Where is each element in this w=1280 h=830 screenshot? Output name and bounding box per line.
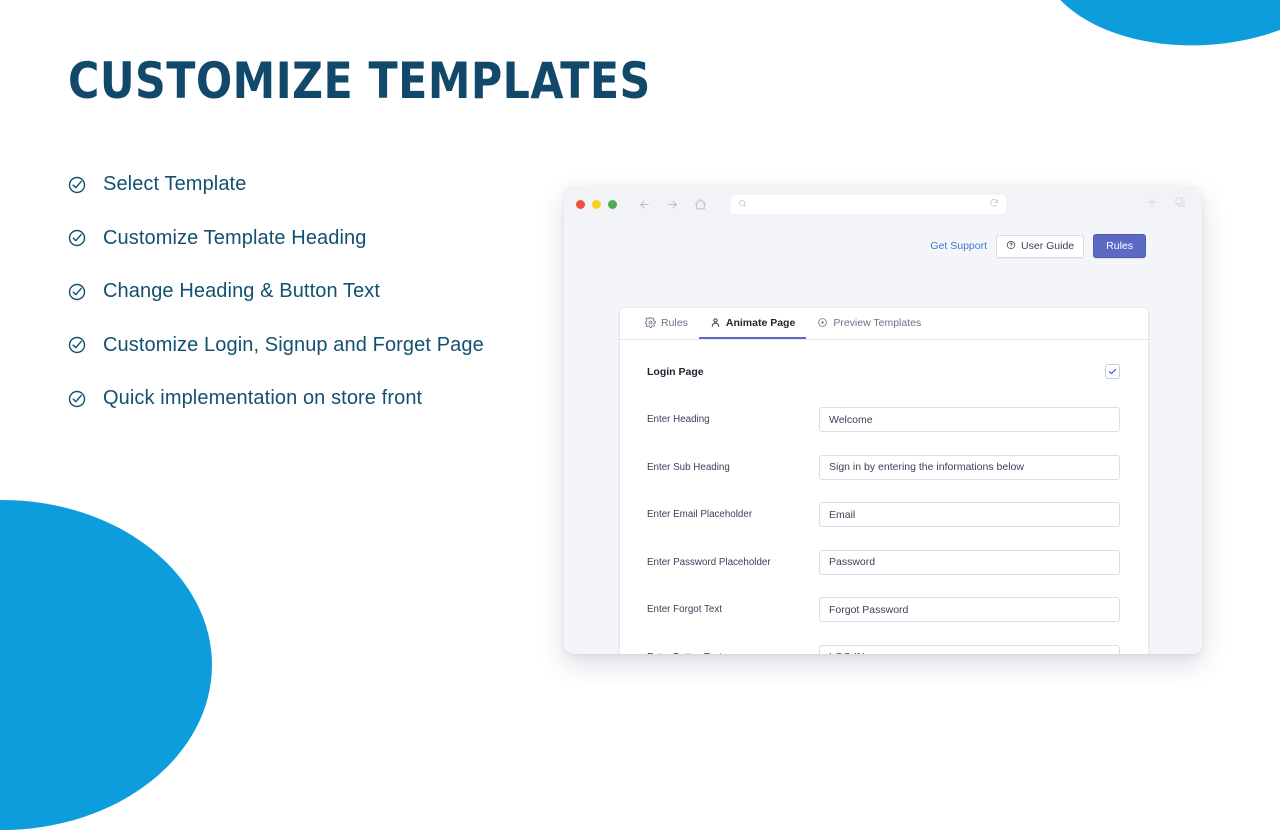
tab-preview-templates[interactable]: Preview Templates [806, 308, 932, 339]
check-circle-icon [66, 227, 88, 249]
get-support-link[interactable]: Get Support [930, 240, 987, 252]
sub-heading-input[interactable]: Sign in by entering the informations bel… [819, 454, 1120, 480]
reload-icon[interactable] [989, 195, 999, 213]
feature-label: Quick implementation on store front [103, 387, 423, 409]
list-item: Quick implementation on store front [66, 382, 586, 415]
browser-navigation [638, 198, 707, 211]
login-page-enabled-checkbox[interactable] [1105, 364, 1120, 379]
list-item: Select Template [66, 168, 586, 201]
tab-label: Animate Page [725, 316, 796, 329]
tab-animate-page[interactable]: Animate Page [698, 308, 807, 339]
field-label: Enter Forgot Text [647, 604, 722, 615]
card-content: Login Page Enter Heading Welcome Enter S… [620, 340, 1148, 654]
settings-card: Rules Animate Page Preview Templates Log… [620, 308, 1148, 654]
check-circle-icon [66, 174, 88, 196]
close-window-button[interactable] [576, 199, 585, 209]
browser-window: Get Support User Guide Rules Rules Anima… [564, 186, 1202, 654]
list-item: Change Heading & Button Text [66, 275, 586, 308]
form-row: Enter Heading Welcome [647, 407, 1120, 432]
decorative-shape-bottom-left [0, 500, 212, 830]
field-label: Enter Button Text [647, 652, 819, 655]
duplicate-tabs-icon[interactable] [1174, 195, 1186, 213]
window-controls [576, 199, 617, 209]
arrow-left-icon[interactable] [638, 198, 651, 211]
plus-icon[interactable] [1146, 195, 1158, 213]
feature-label: Change Heading & Button Text [103, 280, 381, 302]
tab-bar: Rules Animate Page Preview Templates [620, 308, 1148, 340]
tab-rules[interactable]: Rules [634, 308, 699, 339]
gear-icon [645, 317, 656, 328]
feature-label: Select Template [103, 173, 247, 195]
address-bar[interactable] [731, 194, 1006, 214]
form-row: Enter Forgot Text Forgot Password [647, 597, 1120, 622]
arrow-right-icon[interactable] [666, 198, 679, 211]
home-icon[interactable] [694, 198, 707, 211]
field-label: Enter Sub Heading [647, 461, 730, 473]
form-row: Enter Password Placeholder Password [647, 549, 1120, 575]
form-row: Enter Email Placeholder Email [647, 502, 1120, 527]
list-item: Customize Login, Signup and Forget Page [66, 329, 586, 362]
field-label: Enter Email Placeholder [647, 509, 753, 520]
section-title: Login Page [647, 365, 704, 378]
minimize-window-button[interactable] [592, 199, 601, 209]
app-topbar: Get Support User Guide Rules [564, 222, 1202, 258]
browser-chrome [564, 186, 1202, 222]
user-guide-button[interactable]: User Guide [996, 234, 1085, 258]
question-circle-icon [1006, 240, 1016, 253]
browser-chrome-actions [1146, 195, 1190, 213]
decorative-shape-top-right [1031, 0, 1280, 57]
heading-input[interactable]: Welcome [819, 407, 1120, 432]
user-guide-label: User Guide [1021, 240, 1075, 252]
section-header: Login Page [647, 364, 1120, 379]
check-circle-icon [66, 388, 88, 410]
feature-list: Select Template Customize Template Headi… [66, 168, 586, 436]
button-text-input[interactable]: LOG IN [819, 644, 1120, 654]
field-label: Enter Password Placeholder [647, 556, 771, 568]
rules-button[interactable]: Rules [1093, 234, 1146, 258]
form-row: Enter Button Text LOG IN [647, 644, 1120, 655]
eye-icon [817, 317, 828, 328]
form-row: Enter Sub Heading Sign in by entering th… [647, 454, 1120, 480]
list-item: Customize Template Heading [66, 222, 586, 255]
page-title: CUSTOMIZE TEMPLATES [68, 52, 651, 110]
feature-label: Customize Template Heading [103, 226, 367, 249]
tab-label: Preview Templates [833, 316, 922, 329]
tab-label: Rules [661, 316, 688, 329]
field-label: Enter Heading [647, 414, 710, 425]
forgot-text-input[interactable]: Forgot Password [819, 597, 1120, 622]
app-viewport: Get Support User Guide Rules Rules Anima… [564, 222, 1202, 654]
user-icon [710, 317, 721, 328]
password-placeholder-input[interactable]: Password [819, 549, 1120, 575]
check-circle-icon [66, 281, 88, 303]
feature-label: Customize Login, Signup and Forget Page [103, 333, 484, 356]
check-circle-icon [66, 334, 88, 356]
maximize-window-button[interactable] [608, 199, 617, 209]
search-icon [738, 195, 747, 213]
email-placeholder-input[interactable]: Email [819, 502, 1120, 527]
